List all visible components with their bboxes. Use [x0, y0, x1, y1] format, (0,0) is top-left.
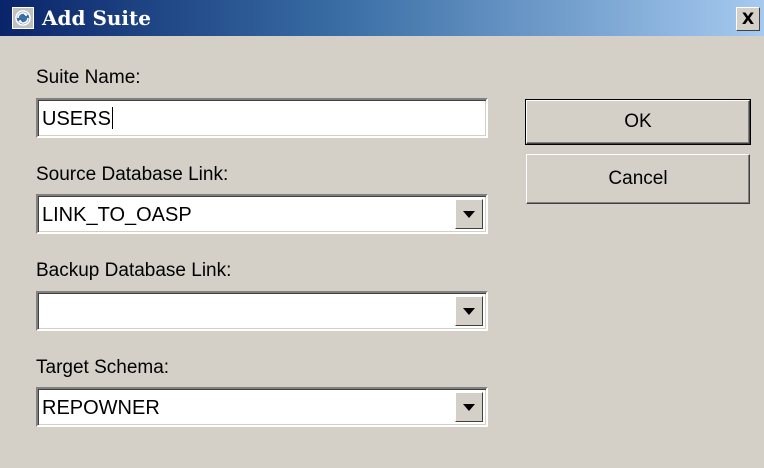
- target-schema-select[interactable]: REPOWNER: [36, 387, 488, 427]
- suite-name-value: USERS: [42, 108, 111, 130]
- source-database-link-value: LINK_TO_OASP: [42, 204, 192, 226]
- chevron-down-icon: [463, 308, 475, 315]
- close-button[interactable]: X: [736, 7, 760, 31]
- target-schema-dropdown-button[interactable]: [455, 392, 483, 422]
- ok-button-label: OK: [624, 111, 652, 132]
- ok-button[interactable]: OK: [525, 99, 751, 145]
- target-schema-value: REPOWNER: [42, 397, 160, 419]
- window-title: Add Suite: [42, 6, 151, 30]
- backup-database-link-label: Backup Database Link:: [36, 260, 232, 281]
- close-icon: X: [741, 9, 755, 28]
- chevron-down-icon: [463, 404, 475, 411]
- backup-database-link-dropdown-button[interactable]: [455, 296, 483, 326]
- cancel-button[interactable]: Cancel: [526, 154, 750, 204]
- backup-database-link-select[interactable]: [36, 291, 488, 331]
- source-database-link-select[interactable]: LINK_TO_OASP: [36, 194, 488, 234]
- text-caret: [111, 107, 113, 129]
- chevron-down-icon: [463, 211, 475, 218]
- cancel-button-label: Cancel: [608, 168, 668, 189]
- app-icon[interactable]: [12, 7, 34, 29]
- target-schema-label: Target Schema:: [36, 357, 170, 378]
- title-bar[interactable]: Add Suite X: [0, 0, 764, 36]
- source-database-link-dropdown-button[interactable]: [455, 199, 483, 229]
- suite-name-label: Suite Name:: [36, 67, 141, 88]
- suite-name-input[interactable]: USERS: [36, 98, 488, 138]
- source-database-link-label: Source Database Link:: [36, 164, 229, 185]
